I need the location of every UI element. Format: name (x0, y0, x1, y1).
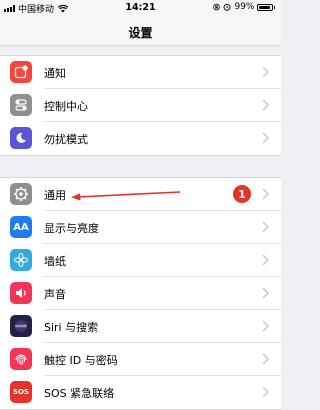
settings-row-label: 勿扰模式 (44, 133, 88, 146)
annotation-arrow (71, 191, 180, 201)
moon-icon (10, 127, 32, 149)
chevron-right-icon (262, 254, 269, 266)
settings-row-label: 触控 ID 与密码 (44, 354, 118, 367)
chevron-right-icon (262, 287, 269, 299)
notifications-icon (10, 61, 32, 83)
siri-icon (10, 315, 32, 337)
settings-row-label: 通用 (44, 189, 66, 202)
battery-level (258, 5, 271, 9)
settings-row-label: 墙纸 (44, 255, 66, 268)
settings-row-label: 控制中心 (44, 100, 88, 113)
settings-row-siri-search[interactable]: Siri 与搜索 (0, 310, 281, 343)
settings-row-notifications[interactable]: 通知 (0, 56, 281, 89)
battery-percent: 99% (234, 2, 255, 12)
chevron-right-icon (262, 188, 269, 200)
page-title: 设置 (128, 26, 153, 40)
settings-row-label: 通知 (44, 67, 66, 80)
chevron-right-icon (262, 353, 269, 365)
text-size-icon: AA (10, 216, 32, 238)
settings-row-label: Siri 与搜索 (44, 321, 99, 334)
settings-row-label: 声音 (44, 288, 66, 301)
speaker-icon (10, 282, 32, 304)
settings-row-touch-id-passcode[interactable]: 触控 ID 与密码 (0, 343, 281, 376)
settings-group-1: 通知 控制中心 勿扰模式 (0, 55, 281, 156)
chevron-right-icon (262, 386, 269, 398)
lock-rotation-icon (213, 3, 221, 11)
battery-tip (273, 5, 275, 9)
flower-icon (10, 249, 32, 271)
settings-row-display-brightness[interactable]: AA 显示与亮度 (0, 211, 281, 244)
settings-row-label: SOS 紧急联络 (44, 387, 115, 400)
sos-glyph: SOS (12, 388, 30, 396)
chevron-right-icon (262, 66, 269, 78)
settings-row-wallpaper[interactable]: 墙纸 (0, 244, 281, 277)
status-bar: 中国移动 14:21 99% (0, 0, 281, 16)
control-center-icon (10, 94, 32, 116)
settings-row-control-center[interactable]: 控制中心 (0, 89, 281, 122)
status-right: 99% (213, 2, 275, 12)
chevron-right-icon (262, 99, 269, 111)
settings-row-sounds[interactable]: 声音 (0, 277, 281, 310)
chevron-right-icon (262, 221, 269, 233)
gear-icon (10, 183, 32, 205)
text-size-glyph: AA (13, 221, 29, 233)
navigation-bar: 设置 (0, 16, 281, 46)
fingerprint-icon (10, 348, 32, 370)
settings-group-2: 通用 1 AA 显示与亮度 墙纸 声音 Siri 与搜索 触控 ID 与密码 S… (0, 177, 281, 410)
settings-row-do-not-disturb[interactable]: 勿扰模式 (0, 122, 281, 155)
settings-row-general[interactable]: 通用 1 (0, 178, 281, 211)
alarm-icon (224, 3, 231, 11)
settings-row-label: 显示与亮度 (44, 222, 99, 235)
chevron-right-icon (262, 320, 269, 332)
chevron-right-icon (262, 132, 269, 144)
battery-icon (256, 3, 273, 11)
notification-badge: 1 (233, 185, 251, 203)
settings-row-emergency-sos[interactable]: SOS SOS 紧急联络 (0, 376, 281, 409)
